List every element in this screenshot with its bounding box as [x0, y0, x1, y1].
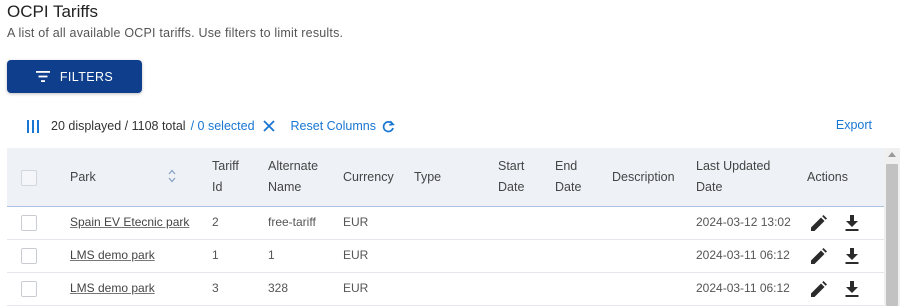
alternate-name-cell: free-tariff	[268, 215, 316, 229]
park-link[interactable]: LMS demo park	[70, 240, 155, 272]
alternate-name-cell: 328	[268, 281, 289, 295]
filters-button[interactable]: FILTERS	[7, 60, 142, 93]
download-icon[interactable]	[845, 215, 859, 231]
reset-columns-link[interactable]: Reset Columns	[291, 119, 376, 133]
column-header-start-date[interactable]: Start Date	[498, 156, 524, 198]
tariffs-table: Park Tariff Id Alternate Name Currency Typ…	[7, 148, 900, 306]
page-subtitle: A list of all available OCPI tariffs. Us…	[7, 26, 344, 40]
table-row[interactable]: Spain EV Etecnic park 2 free-tariff EUR …	[7, 207, 884, 240]
column-header-actions: Actions	[807, 170, 848, 184]
selected-count-link[interactable]: / 0 selected	[191, 119, 255, 133]
vertical-scrollbar[interactable]	[884, 148, 900, 306]
currency-cell: EUR	[343, 281, 369, 295]
filter-lines-icon	[35, 71, 50, 82]
column-header-tariff-id[interactable]: Tariff Id	[212, 156, 239, 198]
scrollbar-thumb[interactable]	[886, 164, 898, 306]
edit-icon[interactable]	[810, 248, 827, 265]
refresh-icon[interactable]	[382, 120, 395, 133]
columns-icon[interactable]	[27, 119, 39, 133]
clear-selection-icon[interactable]	[262, 120, 275, 132]
row-checkbox[interactable]	[21, 281, 37, 297]
last-updated-cell: 2024-03-11 06:12	[696, 281, 790, 295]
export-link[interactable]: Export	[836, 118, 872, 132]
park-link[interactable]: LMS demo park	[70, 273, 155, 305]
table-header: Park Tariff Id Alternate Name Currency Typ…	[7, 148, 884, 207]
edit-icon[interactable]	[810, 281, 827, 298]
column-header-last-updated[interactable]: Last Updated Date	[696, 156, 770, 198]
row-checkbox[interactable]	[21, 215, 37, 231]
currency-cell: EUR	[343, 248, 369, 262]
column-header-end-date[interactable]: End Date	[555, 156, 581, 198]
table-toolbar: 20 displayed / 1108 total / 0 selected R…	[27, 116, 395, 136]
last-updated-cell: 2024-03-12 13:02	[696, 215, 791, 229]
download-icon[interactable]	[845, 281, 859, 297]
column-header-type[interactable]: Type	[414, 167, 441, 188]
tariff-id-cell: 1	[212, 248, 219, 262]
edit-icon[interactable]	[810, 215, 827, 232]
tariff-id-cell: 3	[212, 281, 219, 295]
select-all-checkbox[interactable]	[21, 170, 37, 186]
column-header-currency[interactable]: Currency	[343, 167, 394, 188]
park-link[interactable]: Spain EV Etecnic park	[70, 207, 189, 239]
sort-icon[interactable]	[168, 168, 176, 189]
column-header-park[interactable]: Park	[70, 167, 96, 188]
scroll-up-arrow-icon[interactable]	[888, 152, 896, 157]
currency-cell: EUR	[343, 215, 369, 229]
download-icon[interactable]	[845, 248, 859, 264]
alternate-name-cell: 1	[268, 248, 275, 262]
column-header-alternate-name[interactable]: Alternate Name	[268, 156, 318, 198]
table-row[interactable]: LMS demo park 3 328 EUR 2024-03-11 06:12	[7, 273, 884, 306]
column-header-description[interactable]: Description	[612, 167, 675, 188]
last-updated-cell: 2024-03-11 06:12	[696, 248, 790, 262]
table-row[interactable]: LMS demo park 1 1 EUR 2024-03-11 06:12	[7, 240, 884, 273]
page-title: OCPI Tariffs	[7, 2, 99, 21]
tariff-id-cell: 2	[212, 215, 219, 229]
filters-button-label: FILTERS	[59, 69, 114, 84]
row-checkbox[interactable]	[21, 248, 37, 264]
displayed-count: 20 displayed / 1108 total	[51, 119, 186, 133]
